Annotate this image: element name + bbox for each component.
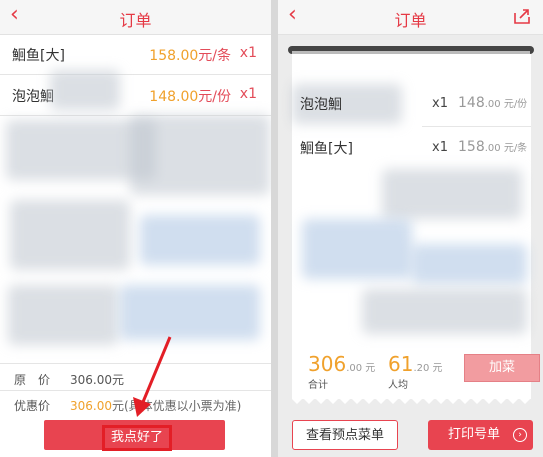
order-item: 泡泡鮰 148.00元/份 x1	[0, 75, 271, 115]
divider	[0, 363, 271, 364]
discount-price-label: 优惠价	[14, 399, 51, 413]
print-ticket-button[interactable]: 打印号单 ›	[428, 420, 533, 450]
divider	[0, 390, 271, 391]
top-bar: ‹ 订单	[278, 0, 543, 35]
original-price-label: 原 价	[14, 373, 51, 387]
receipt-item: 泡泡鮰 x1 148.00 元/份	[292, 84, 531, 122]
receipt: 泡泡鮰 x1 148.00 元/份 鮰鱼[大] x1 158.00 元/条 30…	[292, 54, 540, 399]
receipt-item-name: 鮰鱼[大]	[300, 141, 353, 157]
receipt-item-quantity: x1	[432, 96, 448, 111]
item-price: 158.00元/条	[149, 48, 231, 64]
order-item: 鮰鱼[大] 158.00元/条 x1	[0, 34, 271, 74]
panel-divider	[271, 0, 278, 457]
item-price: 148.00元/份	[149, 89, 231, 105]
blurred-region	[382, 169, 522, 219]
discount-price-value: 306.00元(具体优惠以小票为准)	[70, 399, 242, 413]
receipt-item-name: 泡泡鮰	[300, 97, 342, 113]
receipt-item-price: 148.00 元/份	[458, 95, 528, 111]
divider	[422, 126, 531, 127]
blurred-region	[140, 215, 260, 265]
per-person-value: 61.20 元	[388, 352, 443, 376]
item-name: 鮰鱼[大]	[12, 48, 65, 64]
order-panel-left: ‹ 订单 鮰鱼[大] 158.00元/条 x1 泡泡鮰 148.00元/份 x1…	[0, 0, 271, 457]
blurred-region	[50, 70, 120, 110]
item-quantity: x1	[239, 45, 257, 61]
blurred-region	[362, 289, 527, 334]
item-quantity: x1	[239, 86, 257, 102]
receipt-item-price: 158.00 元/条	[458, 139, 528, 155]
page-title: 订单	[394, 11, 427, 30]
view-menu-button[interactable]: 查看预点菜单	[292, 420, 398, 450]
per-person-label: 人均	[388, 380, 408, 391]
blurred-region	[120, 285, 260, 340]
receipt-item-quantity: x1	[432, 140, 448, 155]
confirm-order-button[interactable]: 我点好了	[44, 420, 225, 451]
page-title: 订单	[119, 11, 152, 30]
order-panel-right: ‹ 订单 泡泡鮰 x1 148.00 元/份 鮰鱼[大] x1 158.00 元…	[278, 0, 543, 457]
blurred-region	[412, 244, 527, 284]
original-price-value: 306.00元	[70, 373, 124, 387]
confirm-order-label: 我点好了	[102, 425, 173, 451]
receipt-item: 鮰鱼[大] x1 158.00 元/条	[292, 128, 531, 166]
total-value: 306.00 元	[308, 352, 376, 376]
share-icon[interactable]	[513, 8, 531, 24]
blurred-region	[130, 115, 270, 195]
blurred-region	[10, 200, 130, 270]
print-ticket-label: 打印号单	[448, 427, 501, 442]
item-name: 泡泡鮰	[12, 89, 54, 105]
total-label: 合计	[308, 380, 328, 391]
top-bar: ‹ 订单	[0, 0, 271, 35]
add-dish-button[interactable]: 加菜	[464, 354, 540, 382]
blurred-region	[302, 219, 412, 279]
chevron-right-icon: ›	[513, 428, 527, 442]
receipt-torn-edge	[292, 396, 531, 404]
blurred-region	[8, 285, 118, 345]
